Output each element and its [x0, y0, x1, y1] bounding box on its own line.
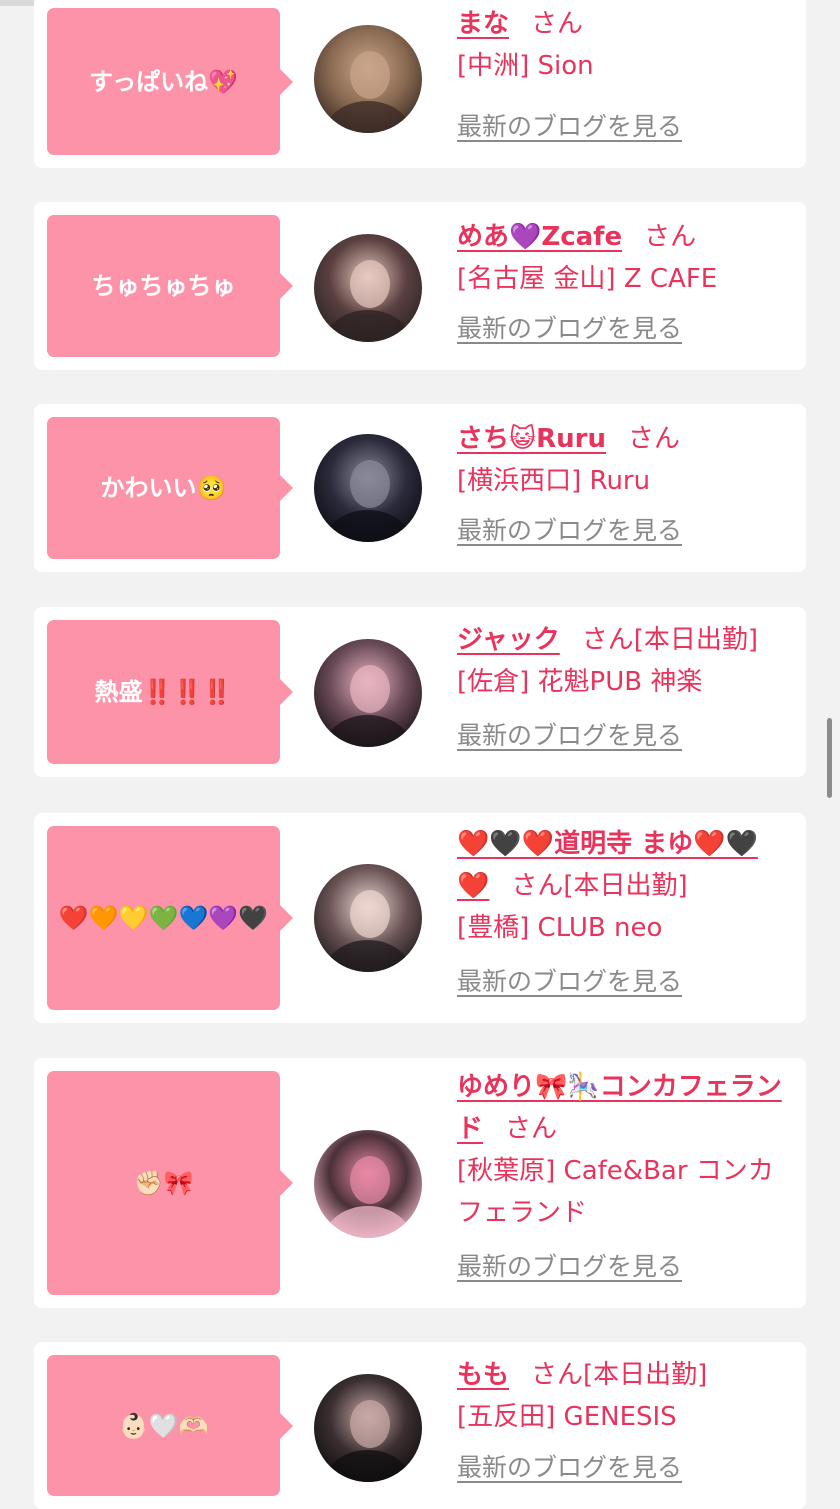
- comment-text: 👶🏻🤍🫶🏻: [118, 1411, 209, 1440]
- name-line: ゆめり🎀🎠コンカフェランド さん: [457, 1066, 788, 1150]
- cast-name-link[interactable]: もも: [457, 1360, 509, 1390]
- latest-blog-link[interactable]: 最新のブログを見る: [457, 1447, 682, 1489]
- attendance-badge: [本日出勤]: [583, 1360, 708, 1390]
- cast-info: もも さん[本日出勤] [五反田] GENESIS 最新のブログを見る: [457, 1354, 788, 1482]
- comment-bubble: かわいい🥺: [47, 417, 293, 559]
- comment-text: 熱盛‼️‼️‼️: [94, 678, 233, 706]
- avatar[interactable]: [314, 1374, 422, 1482]
- blog-card[interactable]: ちゅちゅちゅ めあ💜Zcafe さん [名古屋 金山] Z CAFE 最新のブロ…: [34, 202, 806, 370]
- honorific: さん: [531, 9, 584, 39]
- cast-info: ジャック さん[本日出勤] [佐倉] 花魁PUB 神楽 最新のブログを見る: [457, 619, 788, 750]
- profile-photo-icon: [314, 25, 422, 133]
- shop-name: [五反田] GENESIS: [457, 1402, 677, 1432]
- avatar[interactable]: [314, 639, 422, 747]
- name-line: めあ💜Zcafe さん: [457, 216, 788, 258]
- shop-name: [豊橋] CLUB neo: [457, 913, 663, 943]
- comment-text: ❤️🧡💛💚💙💜🖤: [58, 904, 269, 932]
- blog-card[interactable]: すっぱいね💖 まな さん [中洲] Sion 最新のブログを見る: [34, 0, 806, 168]
- comment-bubble: 👶🏻🤍🫶🏻: [47, 1355, 293, 1496]
- blog-card[interactable]: 熱盛‼️‼️‼️ ジャック さん[本日出勤] [佐倉] 花魁PUB 神楽 最新の…: [34, 607, 806, 777]
- comment-text: かわいい🥺: [100, 474, 227, 502]
- latest-blog-link[interactable]: 最新のブログを見る: [457, 715, 682, 757]
- name-line: もも さん[本日出勤]: [457, 1354, 788, 1396]
- honorific: さん: [627, 424, 680, 454]
- latest-blog-link[interactable]: 最新のブログを見る: [457, 308, 682, 350]
- name-line: ❤️🖤❤️道明寺 まゆ❤️🖤❤️ さん[本日出勤]: [457, 823, 788, 907]
- cast-info: ❤️🖤❤️道明寺 まゆ❤️🖤❤️ さん[本日出勤] [豊橋] CLUB neo 最…: [457, 823, 788, 996]
- avatar[interactable]: [314, 1130, 422, 1238]
- latest-blog-link[interactable]: 最新のブログを見る: [457, 510, 682, 552]
- comment-text: すっぱいね💖: [89, 67, 238, 96]
- latest-blog-link[interactable]: 最新のブログを見る: [457, 106, 682, 148]
- cast-info: まな さん [中洲] Sion 最新のブログを見る: [457, 3, 788, 141]
- honorific: さん: [581, 625, 634, 655]
- avatar[interactable]: [314, 25, 422, 133]
- name-line: さち😺Ruru さん: [457, 418, 788, 460]
- honorific: さん: [644, 222, 697, 252]
- profile-photo-icon: [314, 1374, 422, 1482]
- cast-name-link[interactable]: めあ💜Zcafe: [457, 222, 622, 252]
- comment-text: ちゅちゅちゅ: [91, 272, 236, 300]
- blog-card[interactable]: 👶🏻🤍🫶🏻 もも さん[本日出勤] [五反田] GENESIS 最新のブログを見…: [34, 1342, 806, 1509]
- comment-bubble: ❤️🧡💛💚💙💜🖤: [47, 826, 293, 1010]
- comment-bubble: ちゅちゅちゅ: [47, 215, 293, 357]
- latest-blog-link[interactable]: 最新のブログを見る: [457, 1246, 682, 1288]
- name-line: ジャック さん[本日出勤]: [457, 619, 788, 661]
- cast-name-link[interactable]: さち😺Ruru: [457, 424, 606, 454]
- profile-photo-icon: [314, 1130, 422, 1238]
- cast-info: めあ💜Zcafe さん [名古屋 金山] Z CAFE 最新のブログを見る: [457, 216, 788, 343]
- scrollbar[interactable]: [827, 718, 832, 798]
- avatar[interactable]: [314, 234, 422, 342]
- attendance-badge: [本日出勤]: [563, 871, 688, 901]
- comment-bubble: ✊🏻🎀: [47, 1071, 293, 1295]
- honorific: さん: [531, 1360, 584, 1390]
- shop-name: [横浜西口] Ruru: [457, 466, 651, 496]
- shop-name: [佐倉] 花魁PUB 神楽: [457, 667, 703, 697]
- avatar[interactable]: [314, 434, 422, 542]
- honorific: さん: [511, 871, 564, 901]
- shop-name: [秋葉原] Cafe&Bar コンカフェランド: [457, 1156, 774, 1228]
- shop-name: [中洲] Sion: [457, 51, 594, 81]
- cast-name-link[interactable]: まな: [457, 9, 509, 39]
- cast-info: さち😺Ruru さん [横浜西口] Ruru 最新のブログを見る: [457, 418, 788, 545]
- attendance-badge: [本日出勤]: [633, 625, 759, 655]
- comment-bubble: 熱盛‼️‼️‼️: [47, 620, 293, 764]
- profile-photo-icon: [314, 864, 422, 972]
- avatar[interactable]: [314, 864, 422, 972]
- blog-card[interactable]: ❤️🧡💛💚💙💜🖤 ❤️🖤❤️道明寺 まゆ❤️🖤❤️ さん[本日出勤] [豊橋] …: [34, 813, 806, 1023]
- shop-name: [名古屋 金山] Z CAFE: [457, 264, 718, 294]
- name-line: まな さん: [457, 3, 788, 45]
- comment-bubble: すっぱいね💖: [47, 8, 293, 155]
- blog-card[interactable]: かわいい🥺 さち😺Ruru さん [横浜西口] Ruru 最新のブログを見る: [34, 404, 806, 572]
- profile-photo-icon: [314, 639, 422, 747]
- honorific: さん: [505, 1114, 558, 1144]
- latest-blog-link[interactable]: 最新のブログを見る: [457, 961, 682, 1003]
- cast-name-link[interactable]: ジャック: [457, 625, 560, 655]
- comment-text: ✊🏻🎀: [133, 1169, 194, 1197]
- blog-card[interactable]: ✊🏻🎀 ゆめり🎀🎠コンカフェランド さん [秋葉原] Cafe&Bar コンカフ…: [34, 1058, 806, 1308]
- cast-info: ゆめり🎀🎠コンカフェランド さん [秋葉原] Cafe&Bar コンカフェランド …: [457, 1066, 788, 1281]
- profile-photo-icon: [314, 434, 422, 542]
- profile-photo-icon: [314, 234, 422, 342]
